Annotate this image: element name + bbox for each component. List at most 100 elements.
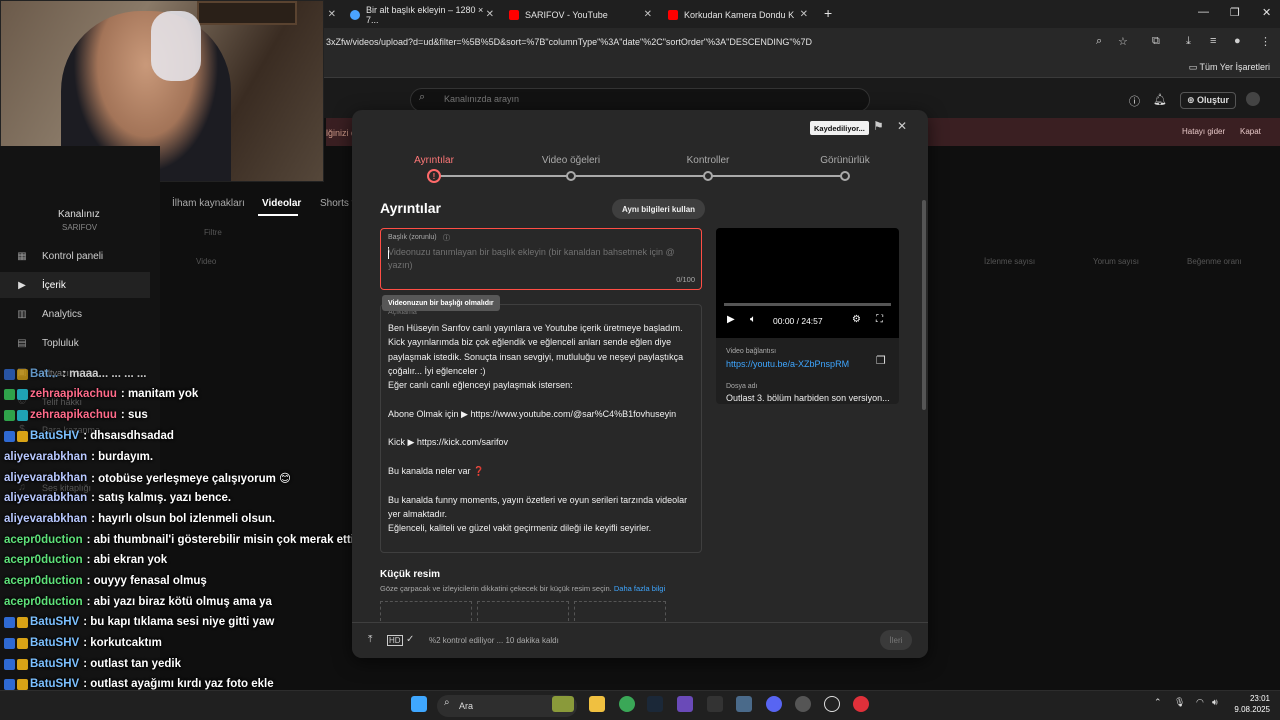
discord-icon[interactable] <box>766 696 782 712</box>
chat-message: aliyevarabkhan: hayırlı olsun bol izlenm… <box>4 513 275 525</box>
tab-close-icon[interactable]: ✕ <box>328 9 336 20</box>
fullscreen-icon[interactable]: ⛶ <box>876 314 883 325</box>
fix-error-button[interactable]: Hatayı gider <box>1182 127 1225 136</box>
upload-thumbnail-slot[interactable] <box>380 601 472 621</box>
chat-username: acepr0duction <box>4 575 83 587</box>
microphone-icon[interactable]: 🎙︎ <box>1174 697 1185 708</box>
tab-close-icon[interactable]: ✕ <box>486 9 494 20</box>
close-banner-button[interactable]: Kapat <box>1240 127 1261 136</box>
chat-username: aliyevarabkhan <box>4 472 88 484</box>
badge-icon <box>17 388 28 400</box>
volume-icon[interactable]: 🔊︎ <box>1212 697 1218 708</box>
zoom-icon[interactable]: ⌕ <box>1096 35 1102 48</box>
app-icon[interactable] <box>677 696 693 712</box>
browser-tab-3[interactable]: SARIFOV - YouTube ✕ <box>509 4 652 26</box>
play-icon[interactable]: ▶ <box>727 314 735 325</box>
steam-icon[interactable] <box>647 696 663 712</box>
learn-more-link[interactable]: Daha fazla bilgi <box>614 584 665 593</box>
step-checks-label[interactable]: Kontroller <box>687 155 730 166</box>
badge-icon <box>4 409 15 421</box>
sidebar-item-content[interactable]: ▶ İçerik <box>16 280 66 291</box>
minimize-icon[interactable]: — <box>1198 6 1209 18</box>
extensions-icon[interactable]: ⧉ <box>1152 35 1160 48</box>
start-icon[interactable] <box>411 696 427 712</box>
opera-icon[interactable] <box>853 696 869 712</box>
app-icon[interactable] <box>736 696 752 712</box>
sidebar-item-dashboard[interactable]: ▦ Kontrol paneli <box>16 251 103 262</box>
reuse-details-button[interactable]: Aynı bilgileri kullan <box>612 199 706 219</box>
test-thumbnail-slot[interactable] <box>574 601 666 621</box>
chrome-icon[interactable] <box>619 696 635 712</box>
tab-close-icon[interactable]: ✕ <box>800 9 808 20</box>
video-progress-bar[interactable] <box>724 303 891 306</box>
tab-close-icon[interactable]: ✕ <box>644 9 652 20</box>
media-icon[interactable]: ≡ <box>1210 35 1216 47</box>
file-explorer-icon[interactable] <box>589 696 605 712</box>
sidebar-item-community[interactable]: ▤ Topluluk <box>16 338 78 349</box>
browser-tab-4[interactable]: Korkudan Kamera Dondu Klavy... ✕ <box>668 4 808 26</box>
description-input[interactable]: Açıklama Ben Hüseyin Sarıfov canlı yayın… <box>380 304 702 553</box>
wifi-icon[interactable]: ◠ <box>1196 697 1204 708</box>
next-button[interactable]: İleri <box>880 630 912 650</box>
widget-icon[interactable] <box>552 696 574 712</box>
tab-videos[interactable]: Videolar <box>262 198 301 209</box>
auto-thumbnail-slot[interactable] <box>477 601 569 621</box>
maximize-icon[interactable]: ❐ <box>1230 6 1240 19</box>
badge-icon <box>17 678 28 690</box>
feedback-icon[interactable]: ⚑ <box>873 119 884 133</box>
app-icon[interactable] <box>795 696 811 712</box>
step-checks-dot[interactable] <box>703 171 713 181</box>
step-visibility-label[interactable]: Görünürlük <box>820 155 869 166</box>
upload-icon[interactable]: ⤒ <box>368 634 372 645</box>
chat-text: : outlast ayağımı kırdı yaz foto ekle <box>83 678 274 690</box>
sidebar-item-analytics[interactable]: ▥ Analytics <box>16 309 82 320</box>
volume-icon[interactable]: 🔈︎ <box>750 314 756 325</box>
copy-icon[interactable]: ❐ <box>876 354 886 367</box>
browser-tab-1[interactable]: ✕ <box>326 4 336 26</box>
system-clock[interactable]: 23:01 9.08.2025 <box>1234 693 1270 715</box>
title-input[interactable]: Başlık (zorunlu) ⓘ Videonuzu tanımlayan … <box>380 228 702 290</box>
menu-icon[interactable]: ⋮ <box>1260 35 1271 48</box>
step-video-elements-dot[interactable] <box>566 171 576 181</box>
video-preview-card: ▶ 🔈︎ 00:00 / 24:57 ⚙ ⛶ Video bağlantısı … <box>716 228 899 404</box>
account-avatar[interactable] <box>1246 92 1260 106</box>
chat-message: BatuSHV: outlast ayağımı kırdı yaz foto … <box>4 678 274 690</box>
help-question-icon[interactable]: ⓘ <box>443 233 450 243</box>
filter-label[interactable]: Filtre <box>204 228 222 237</box>
video-player[interactable] <box>716 228 899 300</box>
profile-avatar-icon[interactable]: ● <box>1234 35 1241 47</box>
chat-username: acepr0duction <box>4 554 83 566</box>
browser-tab-2[interactable]: Bir alt başlık ekleyin – 1280 × 7... ✕ <box>350 4 494 26</box>
stream-chat-overlay: Bat...: maaa... ... ... ... zehraapikach… <box>0 366 364 696</box>
badge-icon <box>17 368 28 380</box>
dashboard-icon: ▦ <box>17 251 27 262</box>
step-details-error-icon[interactable]: ! <box>427 169 441 183</box>
step-video-elements-label[interactable]: Video öğeleri <box>542 155 600 166</box>
url-text[interactable]: 3xZfw/videos/upload?d=ud&filter=%5B%5D&s… <box>326 37 812 47</box>
chat-username: BatuSHV <box>30 616 80 628</box>
notifications-icon[interactable]: 🔔︎ <box>1153 93 1167 106</box>
settings-gear-icon[interactable]: ⚙ <box>852 314 861 325</box>
close-icon[interactable]: ✕ <box>897 119 907 133</box>
badge-icon <box>4 368 15 380</box>
step-visibility-dot[interactable] <box>840 171 850 181</box>
close-window-icon[interactable]: ✕ <box>1262 6 1271 19</box>
column-video: Video <box>196 257 217 266</box>
video-link[interactable]: https://youtu.be/a-XZbPnspRM <box>726 359 849 369</box>
dialog-scrollbar[interactable] <box>922 200 926 410</box>
sidebar-item-label: Analytics <box>42 309 83 320</box>
media-player-icon[interactable] <box>824 696 840 712</box>
badge-icon <box>4 658 15 670</box>
new-tab-icon[interactable]: + <box>824 5 832 21</box>
epic-games-icon[interactable] <box>707 696 723 712</box>
tray-chevron-icon[interactable]: ⌃ <box>1154 697 1162 708</box>
help-icon[interactable]: ⓘ <box>1129 93 1140 109</box>
create-button[interactable]: ⊕ Oluştur <box>1180 92 1237 109</box>
video-time: 00:00 / 24:57 <box>773 316 823 326</box>
all-bookmarks-link[interactable]: ▭ Tüm Yer İşaretleri <box>1189 62 1270 73</box>
step-details-label[interactable]: Ayrıntılar <box>414 155 454 166</box>
tab-inspiration[interactable]: İlham kaynakları <box>172 198 245 209</box>
youtube-favicon-icon <box>509 10 519 20</box>
bookmark-star-icon[interactable]: ☆ <box>1118 35 1128 48</box>
download-icon[interactable]: ⤓ <box>1186 35 1191 48</box>
